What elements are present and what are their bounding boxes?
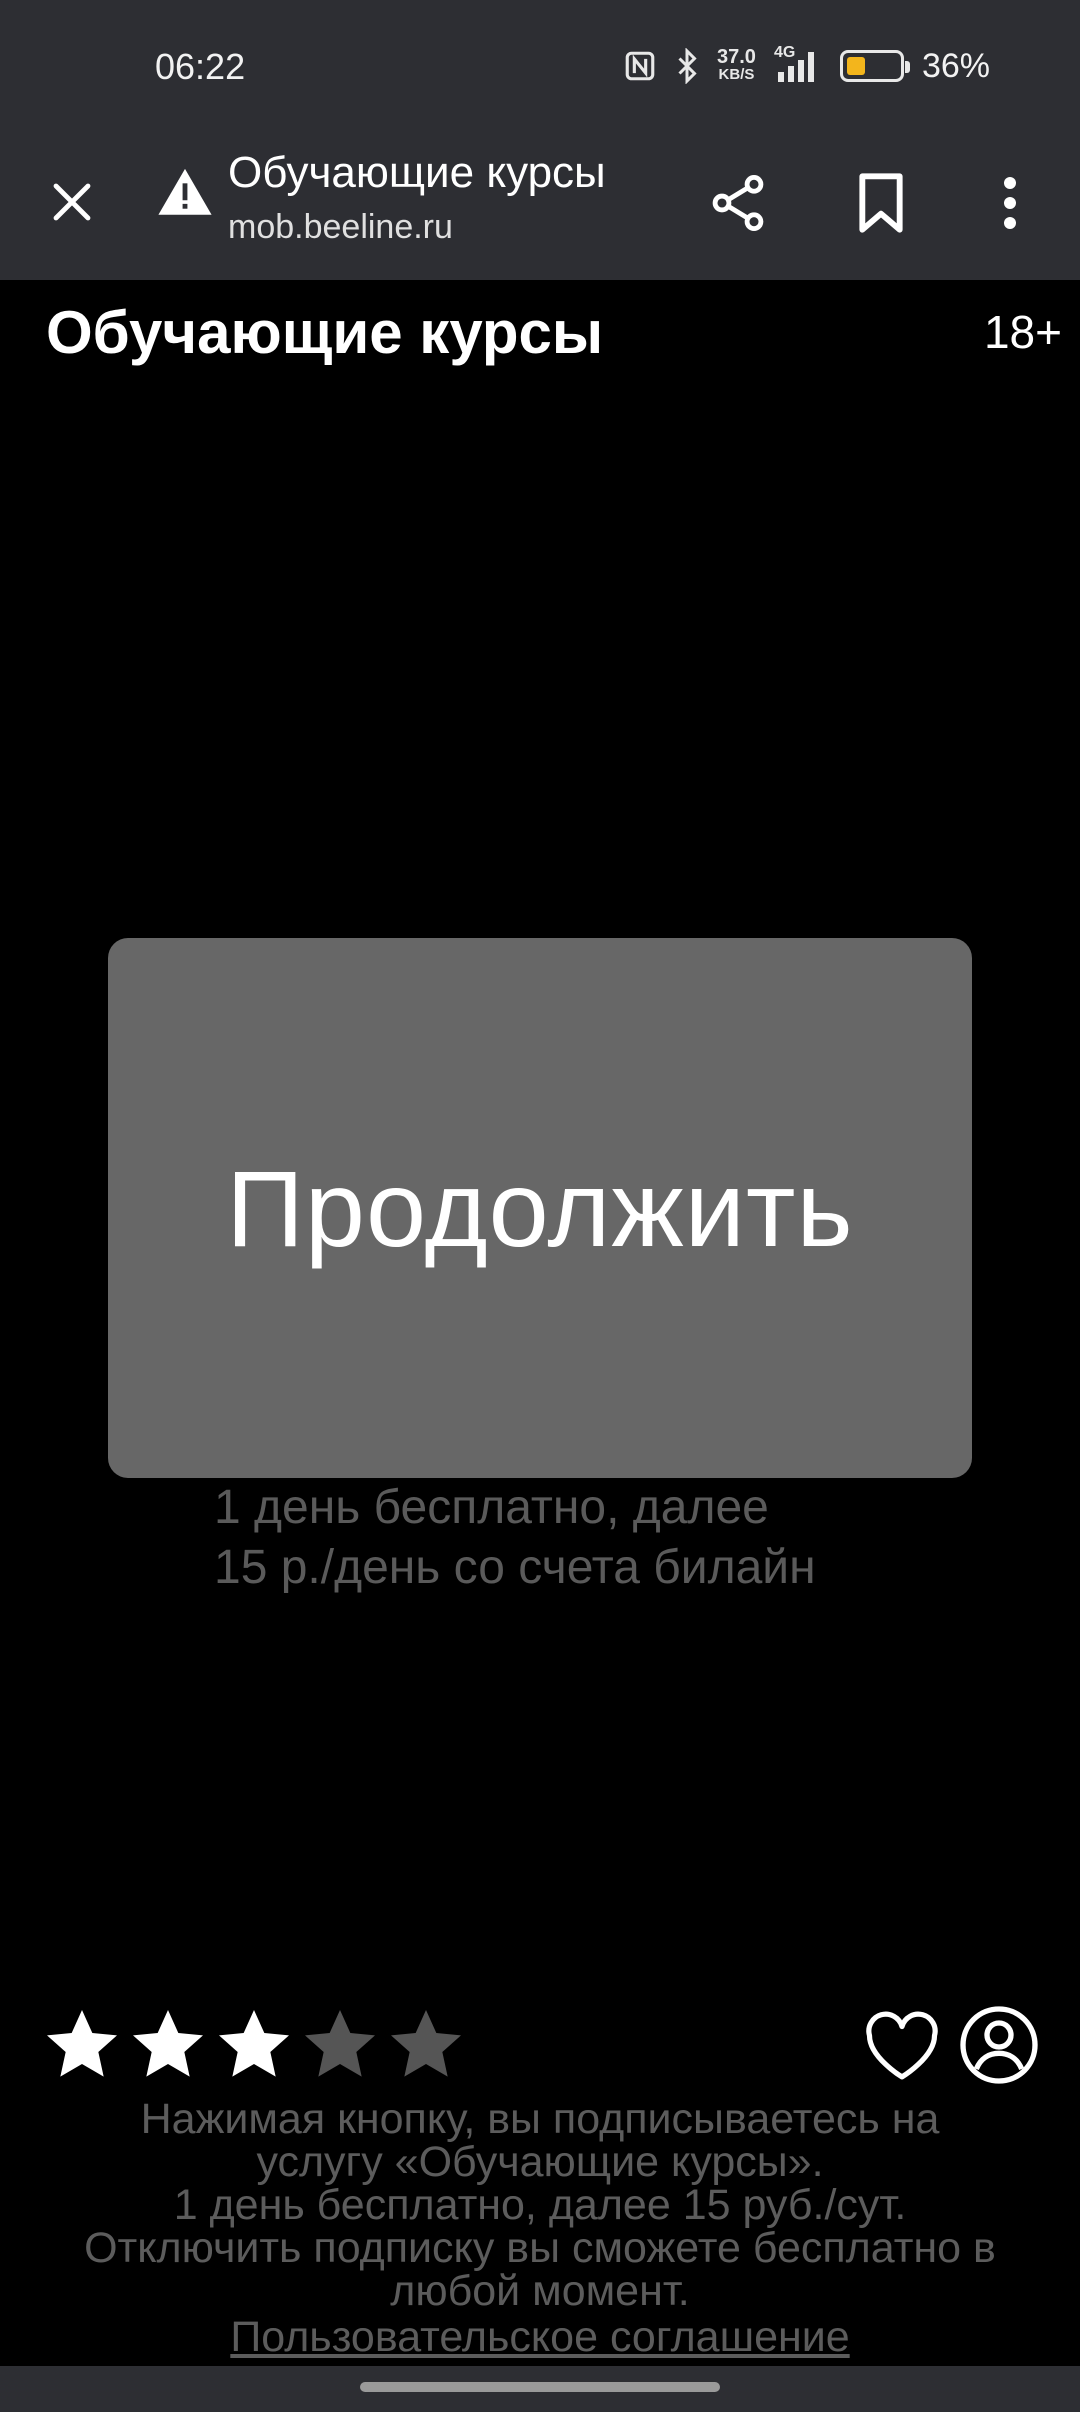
close-button[interactable] <box>40 170 104 234</box>
star-filled-icon[interactable] <box>42 2004 122 2084</box>
network-speed: 37.0 KB/S <box>717 46 756 84</box>
continue-button[interactable]: Продолжить <box>108 938 972 1478</box>
share-button[interactable] <box>700 165 776 241</box>
heart-icon <box>866 2011 938 2080</box>
signal-icon: 4G <box>774 44 822 84</box>
status-icons: 37.0 KB/S 4G 36% <box>623 44 990 88</box>
share-icon <box>712 175 764 231</box>
bluetooth-icon <box>678 48 697 84</box>
speed-value: 37.0 <box>717 46 756 68</box>
profile-button[interactable] <box>958 2004 1040 2086</box>
status-time: 06:22 <box>155 46 246 87</box>
subscription-disclaimer: Нажимая кнопку, вы подписываетесь на усл… <box>0 2095 1080 2362</box>
home-indicator[interactable] <box>360 2382 720 2392</box>
speed-unit: KB/S <box>718 66 755 83</box>
status-bar: 06:22 37.0 KB/S 4G 36% <box>0 0 1080 130</box>
star-empty-icon[interactable] <box>386 2004 466 2084</box>
favorite-button[interactable] <box>862 2006 942 2086</box>
browser-toolbar: Обучающие курсы mob.beeline.ru <box>0 130 1080 280</box>
page-url[interactable]: mob.beeline.ru <box>228 208 453 247</box>
disclaimer-line: Отключить подписку вы сможете бесплатно … <box>84 2224 996 2272</box>
star-rating[interactable] <box>42 2004 466 2084</box>
user-agreement-link[interactable]: Пользовательское соглашение <box>230 2313 849 2361</box>
star-filled-icon[interactable] <box>214 2004 294 2084</box>
nfc-icon <box>625 51 655 81</box>
age-rating-badge: 18+ <box>983 306 1062 358</box>
continue-label: Продолжить <box>226 1147 854 1269</box>
disclaimer-line: услугу «Обучающие курсы». <box>256 2138 824 2186</box>
price-note: 1 день бесплатно, далее 15 р./день со сч… <box>214 1478 974 1598</box>
star-filled-icon[interactable] <box>128 2004 208 2084</box>
more-vert-icon <box>1004 177 1016 229</box>
disclaimer-line: 1 день бесплатно, далее 15 руб./сут. <box>173 2181 907 2229</box>
page-title[interactable]: Обучающие курсы <box>228 148 648 198</box>
user-icon <box>960 2006 1038 2084</box>
bookmark-icon <box>859 173 903 233</box>
price-line: 15 р./день со счета билайн <box>214 1541 816 1594</box>
battery-percent: 36% <box>921 46 990 85</box>
content-title: Обучающие курсы <box>46 299 604 366</box>
price-line: 1 день бесплатно, далее <box>214 1481 769 1534</box>
warning-icon[interactable] <box>156 164 214 222</box>
disclaimer-line: любой момент. <box>390 2267 690 2315</box>
disclaimer-line: Нажимая кнопку, вы подписываетесь на <box>140 2095 940 2143</box>
battery-icon <box>839 50 910 82</box>
battery-fill <box>846 57 865 75</box>
bookmark-button[interactable] <box>846 165 916 241</box>
star-empty-icon[interactable] <box>300 2004 380 2084</box>
more-menu-button[interactable] <box>980 165 1040 241</box>
close-icon <box>53 183 91 221</box>
